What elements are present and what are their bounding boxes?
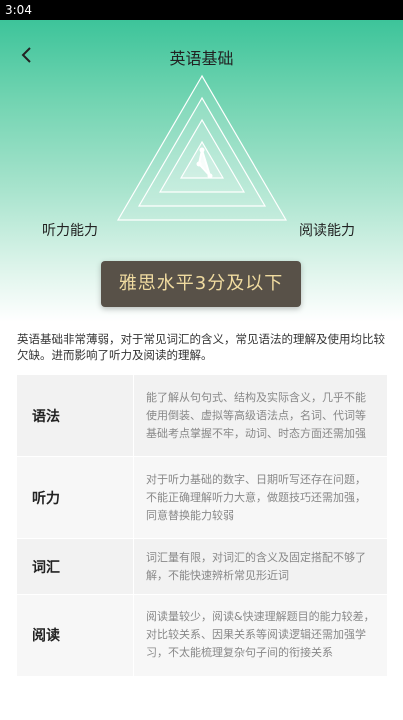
- skill-name: 阅读: [17, 594, 134, 678]
- table-row: 阅读 阅读量较少，阅读&快速理解题目的能力较差，对比较关系、因果关系等阅读逻辑还…: [17, 594, 387, 678]
- skills-table: 语法 能了解从句句式、结构及实际含义，几乎不能使用倒装、虚拟等高级语法点，名词、…: [17, 375, 387, 678]
- summary-text: 英语基础非常薄弱，对于常见词汇的含义，常见语法的理解及使用均比较欠缺。进而影响了…: [17, 332, 385, 362]
- reading-ability-label: 阅读能力: [299, 223, 355, 239]
- page-title: 英语基础: [169, 49, 234, 68]
- status-bar: 3:04: [0, 0, 403, 20]
- skill-description: 词汇量有限，对词汇的含义及固定搭配不够了解，不能快速辨析常见形近词: [133, 538, 387, 595]
- status-time: 3:04: [5, 3, 32, 17]
- table-row: 听力 对于听力基础的数字、日期听写还存在问题，不能正确理解听力大意，做题技巧还需…: [17, 456, 387, 540]
- listening-ability-label: 听力能力: [42, 223, 98, 239]
- skill-description: 阅读量较少，阅读&快速理解题目的能力较差，对比较关系、因果关系等阅读逻辑还需加强…: [133, 594, 387, 678]
- ability-point-top: [199, 147, 205, 153]
- ability-pyramid-chart: [116, 74, 288, 221]
- skill-description: 能了解从句句式、结构及实际含义，几乎不能使用倒装、虚拟等高级语法点，名词、代词等…: [133, 375, 387, 458]
- skill-name: 听力: [17, 456, 134, 540]
- skill-description: 对于听力基础的数字、日期听写还存在问题，不能正确理解听力大意，做题技巧还需加强，…: [133, 456, 387, 540]
- table-row: 词汇 词汇量有限，对词汇的含义及固定搭配不够了解，不能快速辨析常见形近词: [17, 538, 387, 595]
- level-badge: 雅思水平3分及以下: [101, 261, 301, 307]
- ability-point-left: [196, 161, 202, 167]
- table-row: 语法 能了解从句句式、结构及实际含义，几乎不能使用倒装、虚拟等高级语法点，名词、…: [17, 375, 387, 458]
- skill-name: 语法: [17, 375, 134, 458]
- skill-name: 词汇: [17, 538, 134, 595]
- ability-point-right: [207, 173, 213, 179]
